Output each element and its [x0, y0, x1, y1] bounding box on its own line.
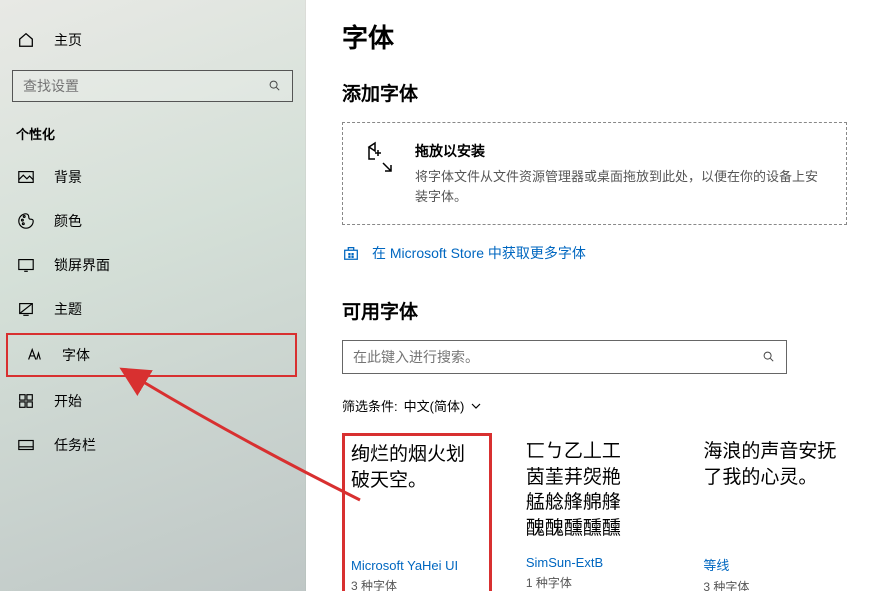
font-name: SimSun-ExtB [526, 555, 664, 570]
search-icon [762, 350, 776, 364]
settings-search[interactable] [12, 70, 293, 102]
sidebar-item-label: 背景 [54, 167, 82, 187]
filter-label: 筛选条件: [342, 396, 398, 415]
taskbar-icon [16, 435, 36, 455]
sidebar-item-taskbar[interactable]: 任务栏 [0, 423, 305, 467]
sidebar-item-start[interactable]: 开始 [0, 379, 305, 423]
page-title: 字体 [342, 18, 847, 55]
sidebar-item-label: 开始 [54, 391, 82, 411]
settings-search-input[interactable] [23, 78, 268, 94]
filter-row[interactable]: 筛选条件: 中文(简体) [342, 396, 847, 415]
font-card[interactable]: 绚烂的烟火划破天空。 Microsoft YaHei UI 3 种字体 [342, 433, 492, 591]
sidebar-item-colors[interactable]: 颜色 [0, 199, 305, 243]
sidebar-item-label: 字体 [62, 345, 90, 365]
sidebar-home[interactable]: 主页 [0, 18, 305, 62]
font-grid: 绚烂的烟火划破天空。 Microsoft YaHei UI 3 种字体 匸ㄅ乙丄… [342, 433, 847, 591]
font-count: 1 种字体 [526, 574, 664, 591]
sidebar-item-label: 锁屏界面 [54, 255, 110, 275]
available-fonts-heading: 可用字体 [342, 297, 847, 324]
home-icon [16, 30, 36, 50]
main-content: 字体 添加字体 拖放以安装 将字体文件从文件资源管理器或桌面拖放到此处，以便在你… [306, 0, 875, 591]
sidebar-item-label: 颜色 [54, 211, 82, 231]
font-name: 等线 [703, 555, 841, 574]
fonts-icon [24, 345, 44, 365]
font-preview: 海浪的声音安抚了我的心灵。 [703, 439, 841, 547]
palette-icon [16, 211, 36, 231]
add-fonts-heading: 添加字体 [342, 79, 847, 106]
sidebar-item-label: 主题 [54, 299, 82, 319]
store-link-label: 在 Microsoft Store 中获取更多字体 [372, 243, 586, 263]
dropzone-title: 拖放以安装 [415, 141, 828, 161]
dropzone-subtitle: 将字体文件从文件资源管理器或桌面拖放到此处，以便在你的设备上安装字体。 [415, 167, 828, 206]
sidebar-item-fonts[interactable]: 字体 [6, 333, 297, 377]
font-preview: 匸ㄅ乙丄工 茵茥荓焈艵 艋艌艂艊艂 醜醜醺醺醺 [526, 439, 664, 547]
font-count: 3 种字体 [351, 577, 483, 591]
sidebar-item-background[interactable]: 背景 [0, 155, 305, 199]
sidebar-item-label: 任务栏 [54, 435, 96, 455]
font-card[interactable]: 匸ㄅ乙丄工 茵茥荓焈艵 艋艌艂艊艂 醜醜醺醺醺 SimSun-ExtB 1 种字… [520, 433, 670, 591]
store-icon [342, 244, 360, 262]
font-search-input[interactable] [353, 349, 762, 365]
font-preview: 绚烂的烟火划破天空。 [351, 442, 483, 550]
start-icon [16, 391, 36, 411]
sidebar: 主页 个性化 背景 颜色 锁屏界面 [0, 0, 306, 591]
filter-value: 中文(简体) [404, 396, 465, 415]
ms-store-link[interactable]: 在 Microsoft Store 中获取更多字体 [342, 243, 847, 263]
drop-icon [361, 141, 395, 175]
font-dropzone[interactable]: 拖放以安装 将字体文件从文件资源管理器或桌面拖放到此处，以便在你的设备上安装字体… [342, 122, 847, 225]
theme-icon [16, 299, 36, 319]
sidebar-item-themes[interactable]: 主题 [0, 287, 305, 331]
font-card[interactable]: 海浪的声音安抚了我的心灵。 等线 3 种字体 [697, 433, 847, 591]
sidebar-home-label: 主页 [54, 30, 82, 50]
chevron-down-icon [470, 400, 482, 412]
picture-icon [16, 167, 36, 187]
search-icon [268, 79, 282, 93]
lockscreen-icon [16, 255, 36, 275]
sidebar-item-lockscreen[interactable]: 锁屏界面 [0, 243, 305, 287]
font-name: Microsoft YaHei UI [351, 558, 483, 573]
font-search[interactable] [342, 340, 787, 374]
sidebar-section-label: 个性化 [0, 124, 305, 143]
font-count: 3 种字体 [703, 578, 841, 591]
